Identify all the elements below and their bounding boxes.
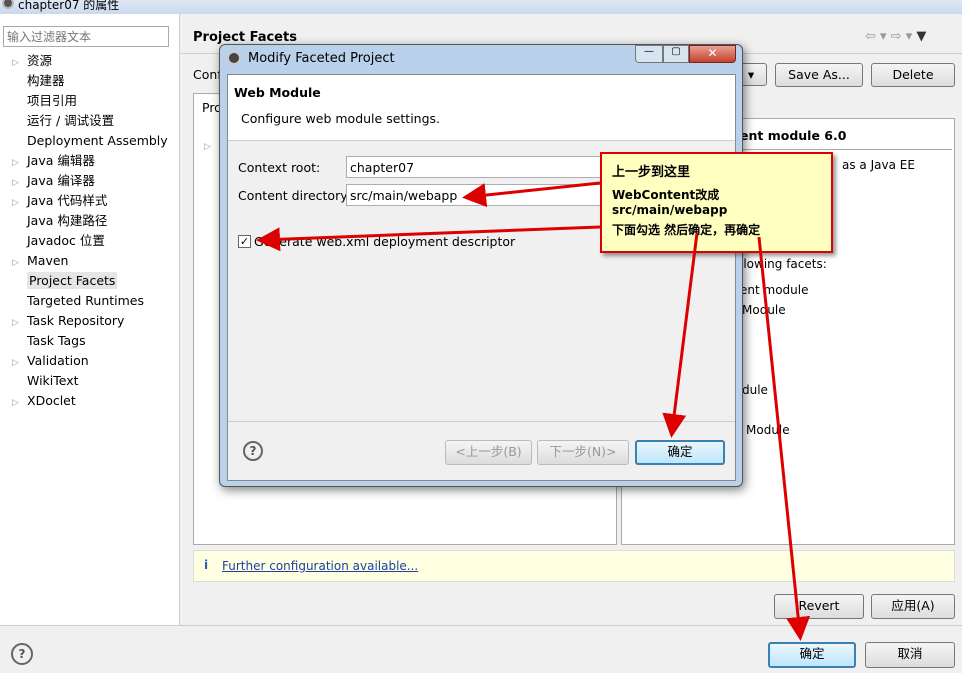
arrow-to-content-dir: [462, 181, 601, 208]
annotation-arrows: [256, 181, 811, 641]
arrow-to-main-ok: [757, 236, 811, 641]
arrow-to-dialog-ok: [662, 232, 699, 438]
arrow-to-checkbox: [256, 225, 601, 252]
